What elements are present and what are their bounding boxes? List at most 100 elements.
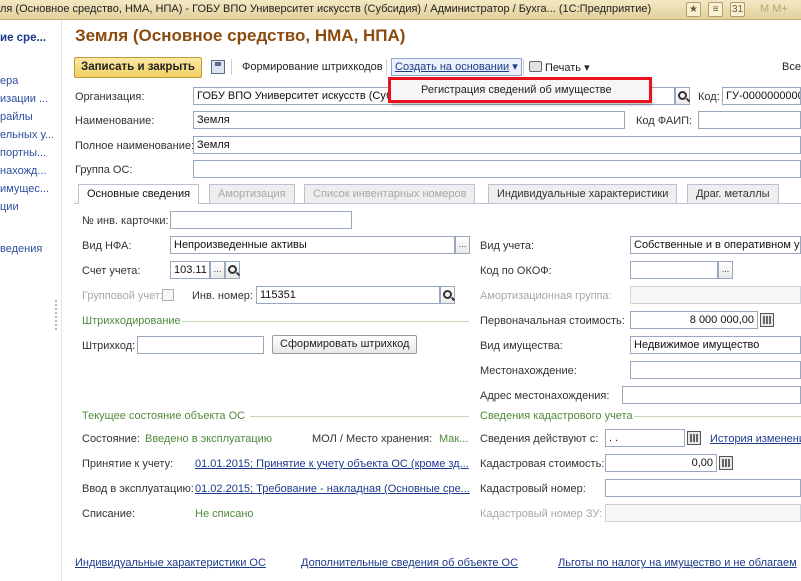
full-name-label: Полное наименование: xyxy=(75,140,195,152)
account-label: Счет учета: xyxy=(82,265,141,277)
faip-code-field[interactable] xyxy=(698,111,801,129)
faip-code-label: Код ФАИП: xyxy=(636,115,693,127)
valid-from-field[interactable]: . . xyxy=(605,429,685,447)
location-address-field[interactable] xyxy=(622,386,801,404)
tab-individual-characteristics[interactable]: Индивидуальные характеристики xyxy=(488,184,678,203)
writeoff-value: Не списано xyxy=(195,508,254,520)
acceptance-label: Принятие к учету: xyxy=(82,458,174,470)
print-label: Печать xyxy=(545,62,582,74)
okof-select-button[interactable]: ... xyxy=(718,261,733,279)
calendar-icon[interactable]: 31 xyxy=(730,2,745,17)
toolbar-separator xyxy=(523,59,524,75)
group-accounting-label: Групповой учет: xyxy=(82,290,163,302)
sidebar-item[interactable]: портны... xyxy=(0,147,46,159)
organization-search-button[interactable] xyxy=(675,87,690,105)
writeoff-label: Списание: xyxy=(82,508,136,520)
sidebar-item[interactable]: ера xyxy=(0,75,18,87)
window-titlebar: ля (Основное средство, НМА, НПА) - ГОБУ … xyxy=(0,0,801,20)
calendar-picker-icon[interactable] xyxy=(687,431,701,445)
generate-barcode-button[interactable]: Сформировать штрихкод xyxy=(272,335,418,354)
list-icon[interactable]: ≡ xyxy=(708,2,723,17)
left-navigation-panel: ие сре... ера изации ... райлы ельных у.… xyxy=(0,20,62,581)
code-field[interactable]: ГУ-0000000000 xyxy=(722,87,801,105)
cadastral-number-field[interactable] xyxy=(605,479,801,497)
inventory-card-label: № инв. карточки: xyxy=(82,215,169,227)
footer-link-tax-benefits[interactable]: Льготы по налогу на имущество и не облаг… xyxy=(558,557,797,569)
property-type-field[interactable]: Недвижимое имущество xyxy=(630,336,801,354)
accounting-type-field[interactable]: Собственные и в оперативном уп xyxy=(630,236,801,254)
create-based-on-button[interactable]: Создать на основании ▾ xyxy=(391,58,522,76)
account-select-button[interactable]: ... xyxy=(210,261,225,279)
toolbar-separator xyxy=(386,59,387,75)
account-search-button[interactable] xyxy=(225,261,240,279)
cadastral-zu-field xyxy=(605,504,801,522)
save-and-close-button[interactable]: Записать и закрыть xyxy=(74,57,202,78)
tab-amortization[interactable]: Амортизация xyxy=(209,184,295,203)
state-value[interactable]: Введено в эксплуатацию xyxy=(145,433,272,445)
os-group-field[interactable] xyxy=(193,160,801,178)
memory-buttons[interactable]: M M+ xyxy=(760,3,788,15)
os-group-label: Группа ОС: xyxy=(75,164,133,176)
current-state-section-title: Текущее состояние объекта ОС xyxy=(82,410,246,422)
barcodes-button[interactable]: Формирование штрихкодов xyxy=(242,61,383,73)
mol-label: МОЛ / Место хранения: xyxy=(312,433,433,445)
history-link[interactable]: История изменени xyxy=(710,433,801,445)
section-divider xyxy=(250,416,469,417)
tab-inventory-numbers[interactable]: Список инвентарных номеров xyxy=(304,184,476,203)
footer-link-additional-info[interactable]: Дополнительные сведения об объекте ОС xyxy=(301,557,518,569)
star-icon[interactable]: ★ xyxy=(686,2,701,17)
section-divider xyxy=(182,321,469,322)
all-actions-button[interactable]: Все xyxy=(782,61,801,73)
sidebar-header[interactable]: ие сре... xyxy=(0,32,46,44)
sidebar-item[interactable]: изации ... xyxy=(0,93,48,105)
acceptance-link[interactable]: 01.01.2015; Принятие к учету объекта ОС … xyxy=(195,458,469,470)
initial-cost-field[interactable]: 8 000 000,00 xyxy=(630,311,758,329)
nfa-type-select-button[interactable]: ... xyxy=(455,236,470,254)
commissioning-link[interactable]: 01.02.2015; Требование - накладная (Осно… xyxy=(195,483,470,495)
name-field[interactable]: Земля xyxy=(193,111,625,129)
toolbar-separator xyxy=(231,59,232,75)
footer-link-individual-characteristics[interactable]: Индивидуальные характеристики ОС xyxy=(75,557,266,569)
mol-value[interactable]: Мак... xyxy=(439,433,468,445)
panel-resize-grip[interactable] xyxy=(55,300,59,330)
barcode-field[interactable] xyxy=(137,336,264,354)
inventory-number-field[interactable]: 115351 xyxy=(256,286,440,304)
window-title: ля (Основное средство, НМА, НПА) - ГОБУ … xyxy=(0,3,652,15)
calculator-icon[interactable] xyxy=(719,456,733,470)
chevron-down-icon: ▾ xyxy=(512,61,518,73)
commissioning-label: Ввод в эксплуатацию: xyxy=(82,483,194,495)
code-label: Код: xyxy=(698,91,720,103)
cadastral-zu-label: Кадастровый номер ЗУ: xyxy=(480,508,603,520)
group-accounting-checkbox[interactable] xyxy=(162,289,174,301)
save-icon[interactable] xyxy=(211,60,225,74)
nfa-type-label: Вид НФА: xyxy=(82,240,132,252)
inventory-card-field[interactable] xyxy=(170,211,352,229)
cadastral-value-field[interactable]: 0,00 xyxy=(605,454,717,472)
tab-main-info[interactable]: Основные сведения xyxy=(78,184,200,204)
sidebar-item[interactable]: ельных у... xyxy=(0,129,54,141)
tab-strip: Основные сведения Амортизация Список инв… xyxy=(74,184,801,204)
sidebar-item[interactable]: имущес... xyxy=(0,183,49,195)
search-icon xyxy=(443,290,452,299)
search-icon xyxy=(228,265,237,274)
sidebar-item[interactable]: ции xyxy=(0,201,19,213)
nfa-type-field[interactable]: Непроизведенные активы xyxy=(170,236,455,254)
inventory-number-search-button[interactable] xyxy=(440,286,455,304)
initial-cost-label: Первоначальная стоимость: xyxy=(480,315,625,327)
sidebar-item[interactable]: ведения xyxy=(0,243,42,255)
location-field[interactable] xyxy=(630,361,801,379)
tab-precious-metals[interactable]: Драг. металлы xyxy=(687,184,779,203)
calculator-icon[interactable] xyxy=(760,313,774,327)
sidebar-item[interactable]: нахожд... xyxy=(0,165,47,177)
location-label: Местонахождение: xyxy=(480,365,577,377)
section-divider xyxy=(634,416,801,417)
print-button[interactable]: Печать ▾ xyxy=(545,61,590,74)
sidebar-item[interactable]: райлы xyxy=(0,111,33,123)
account-field[interactable]: 103.11 xyxy=(170,261,210,279)
valid-from-label: Сведения действуют с: xyxy=(480,433,599,445)
full-name-field[interactable]: Земля xyxy=(193,136,801,154)
okof-label: Код по ОКОФ: xyxy=(480,265,552,277)
okof-field[interactable] xyxy=(630,261,718,279)
red-highlight-box xyxy=(388,77,652,103)
inventory-number-label: Инв. номер: xyxy=(192,290,253,302)
